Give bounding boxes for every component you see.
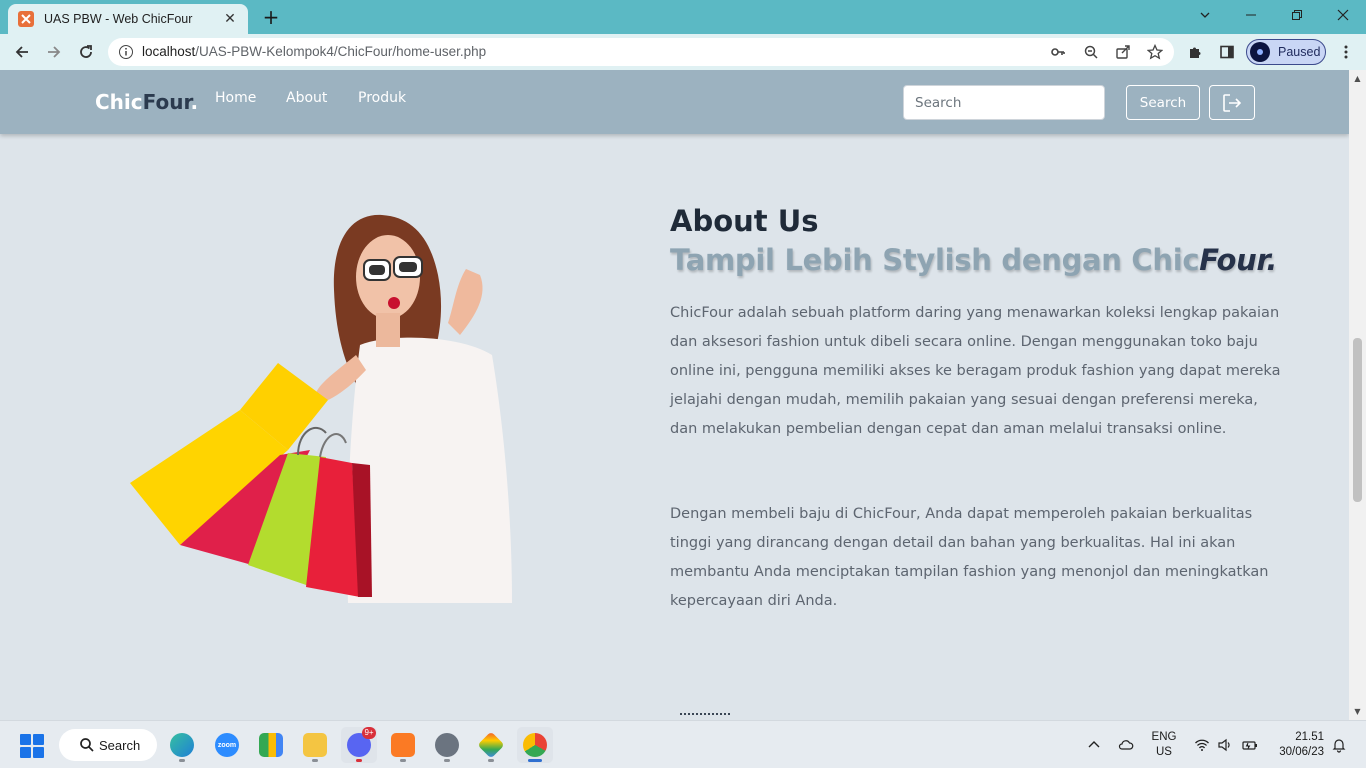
restore-icon[interactable] [1274,0,1320,30]
chrome-icon[interactable] [517,727,553,763]
zoom-icon-label: zoom [217,741,237,749]
address-bar[interactable]: localhost/UAS-PBW-Kelompok4/ChicFour/hom… [108,38,1174,66]
page-viewport: ChicFour. Home About Produk Search Searc… [0,70,1349,720]
clock-time: 21.51 [1295,731,1324,743]
edge-icon[interactable] [164,727,200,763]
about-subheading: Tampil Lebih Stylish dengan ChicFour. [670,243,1277,277]
search-button[interactable]: Search [1126,85,1200,120]
xampp-favicon-icon [18,11,34,27]
about-paragraph-2: Dengan membeli baju di ChicFour, Anda da… [670,506,1269,609]
profile-avatar [1250,42,1270,62]
logout-icon [1223,93,1242,112]
brand-logo[interactable]: ChicFour. [95,90,198,114]
new-tab-icon[interactable]: + [260,6,282,28]
windows-taskbar: Search zoom 9+ ENG US 21.51 30/06/23 [0,720,1366,768]
chrome-menu-icon[interactable] [1334,40,1358,64]
zoom-icon[interactable] [1083,44,1099,60]
logout-button[interactable] [1209,85,1255,120]
about-subheading-accent: Four. [1199,243,1278,277]
meet-icon[interactable] [253,727,289,763]
volume-icon[interactable] [1215,721,1235,768]
running-indicator [179,759,185,762]
nav-link-home[interactable]: Home [215,90,256,106]
tray-overflow-chevron-icon[interactable] [1085,721,1103,768]
woman-with-shopping-bags-image [130,214,512,603]
language-code: ENG [1151,731,1177,743]
nav-link-produk[interactable]: Produk [358,90,406,106]
brand-chic: Chic [95,90,143,114]
bookmark-star-icon[interactable] [1147,44,1163,60]
site-info-icon[interactable] [118,44,134,60]
running-indicator [356,759,362,762]
nav-link-about[interactable]: About [286,90,327,106]
taskbar-search[interactable]: Search [59,729,157,761]
discord-icon[interactable]: 9+ [341,727,377,763]
git-icon[interactable] [473,727,509,763]
wifi-icon[interactable] [1192,721,1212,768]
about-heading: About Us [670,204,819,238]
running-indicator [488,759,494,762]
running-indicator [444,759,450,762]
page-scrollbar[interactable]: ▲ ▼ [1349,70,1366,720]
scroll-down-icon[interactable]: ▼ [1353,707,1362,716]
about-paragraph-1: ChicFour adalah sebuah platform daring y… [670,305,1281,437]
extensions-puzzle-icon[interactable] [1183,40,1207,64]
minimize-icon[interactable] [1228,0,1274,30]
language-region: US [1156,746,1172,758]
close-window-icon[interactable] [1320,0,1366,30]
scrollbar-thumb[interactable] [1353,338,1362,502]
clock-date: 30/06/23 [1279,746,1324,758]
battery-icon[interactable] [1239,721,1261,768]
browser-toolbar: localhost/UAS-PBW-Kelompok4/ChicFour/hom… [0,34,1366,70]
file-explorer-icon[interactable] [297,727,333,763]
xampp-icon[interactable] [385,727,421,763]
brand-four: Four [142,90,191,114]
running-indicator [312,759,318,762]
language-indicator[interactable]: ENG US [1147,730,1181,760]
tab-title: UAS PBW - Web ChicFour [44,12,193,26]
reload-icon[interactable] [74,40,98,64]
notification-bell-icon[interactable] [1330,721,1348,768]
back-icon[interactable] [10,40,34,64]
share-icon[interactable] [1115,44,1131,60]
zoom-icon[interactable]: zoom [209,727,245,763]
scroll-up-icon[interactable]: ▲ [1353,74,1362,83]
tab-search-chevron-icon[interactable] [1182,0,1228,30]
taskbar-search-label: Search [99,737,141,753]
browser-tab-bar: UAS PBW - Web ChicFour ✕ + [0,0,1366,34]
settings-icon[interactable] [429,727,465,763]
browser-tab[interactable]: UAS PBW - Web ChicFour ✕ [8,4,248,34]
url-host: localhost [142,44,196,59]
discord-badge: 9+ [362,727,376,739]
running-indicator [528,759,542,762]
site-navbar: ChicFour. Home About Produk Search [0,70,1349,134]
running-indicator [400,759,406,762]
brand-dot: . [190,90,199,114]
profile-status-label: Paused [1278,45,1321,59]
about-subheading-main: Tampil Lebih Stylish dengan Chic [670,243,1200,277]
side-panel-icon[interactable] [1215,40,1239,64]
windows-start-icon[interactable] [20,734,44,758]
search-input[interactable] [903,85,1105,120]
system-clock[interactable]: 21.51 30/06/23 [1266,730,1324,760]
url-path: /UAS-PBW-Kelompok4/ChicFour/home-user.ph… [195,44,487,59]
tab-close-icon[interactable]: ✕ [222,11,238,27]
url-text: localhost/UAS-PBW-Kelompok4/ChicFour/hom… [142,44,486,59]
key-icon[interactable] [1050,44,1066,60]
search-icon [80,738,94,752]
next-section-heading-cut [680,713,740,720]
cloud-sync-icon[interactable] [1116,721,1136,768]
forward-icon[interactable] [42,40,66,64]
profile-paused-button[interactable]: Paused [1246,39,1326,65]
